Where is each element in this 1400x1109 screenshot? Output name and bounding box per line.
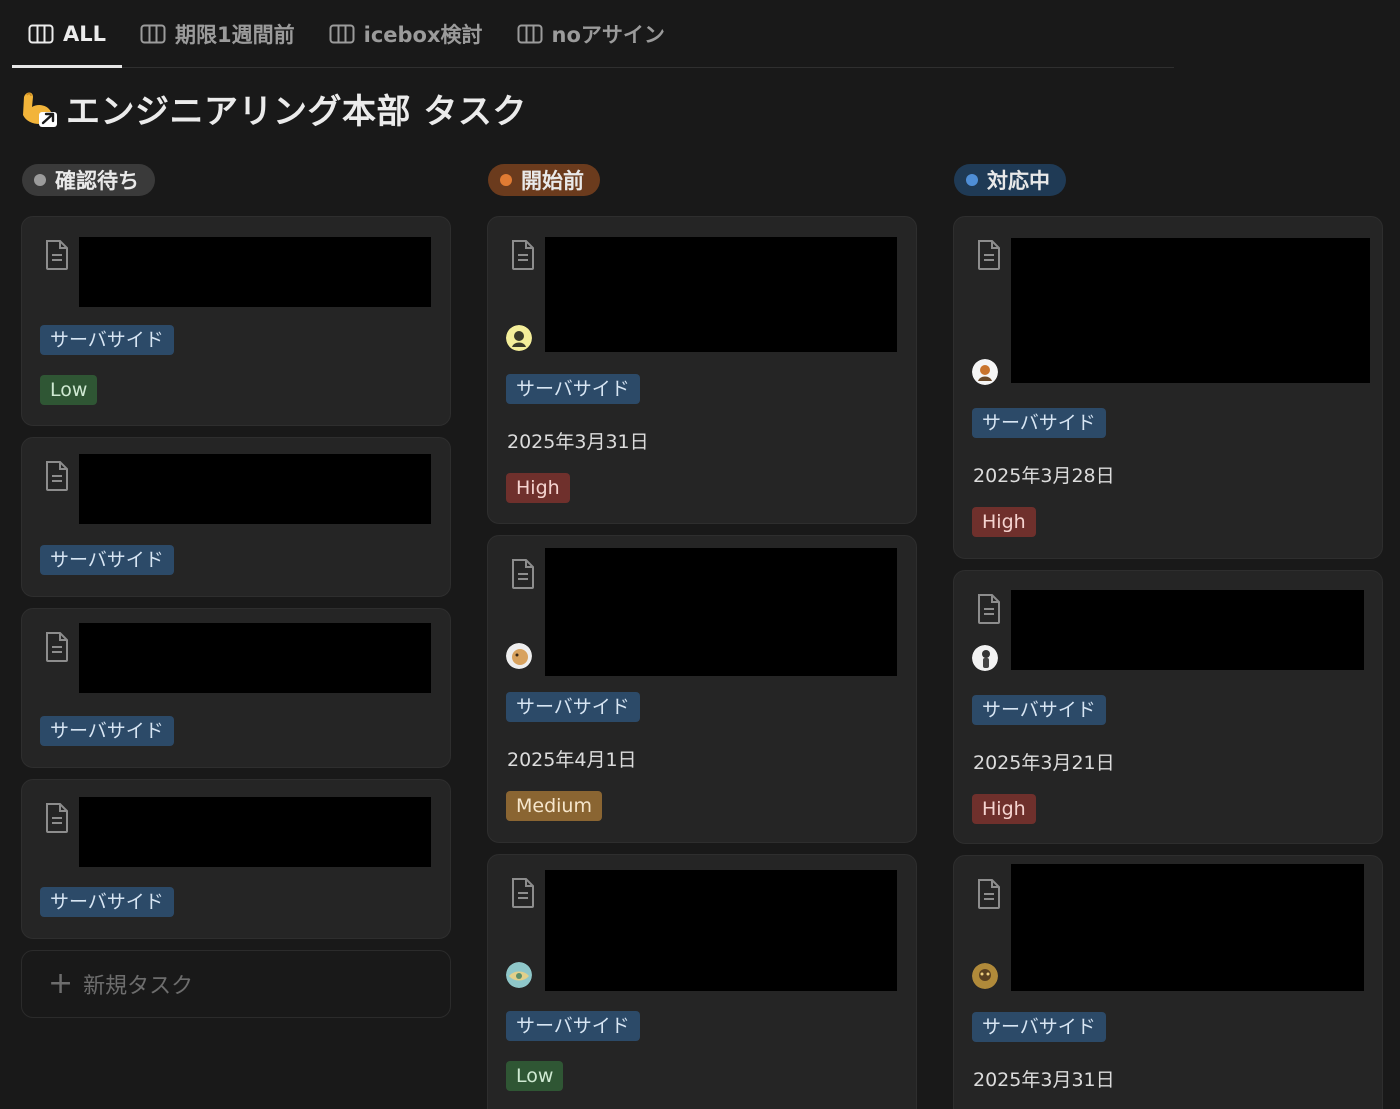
- task-card[interactable]: サーバサイド: [21, 779, 451, 939]
- priority-tag: High: [972, 507, 1036, 537]
- board-column-not-started: 開始前 サーバサイド 2025年3月31日 High サーバサイド 2025年4…: [487, 164, 917, 1109]
- due-date: 2025年3月28日: [973, 465, 1115, 487]
- document-icon: [978, 594, 1000, 624]
- priority-tag: Low: [40, 375, 98, 405]
- assignee-avatar[interactable]: [972, 359, 998, 385]
- task-card[interactable]: サーバサイド: [21, 608, 451, 768]
- redacted-task-title: [1011, 238, 1370, 383]
- due-date: 2025年3月21日: [973, 752, 1115, 774]
- status-label: 確認待ち: [55, 169, 139, 193]
- redacted-task-title: [1011, 590, 1364, 670]
- document-icon: [46, 240, 68, 270]
- tab-label: icebox検討: [363, 23, 483, 47]
- board-view-icon: [28, 24, 54, 44]
- priority-tag: High: [972, 794, 1036, 824]
- tab-due-1-week[interactable]: 期限1週間前: [124, 1, 311, 67]
- board-view-icon: [517, 24, 543, 44]
- category-tag: サーバサイド: [972, 1012, 1106, 1042]
- due-date: 2025年4月1日: [507, 749, 637, 771]
- board-view-icon: [140, 24, 166, 44]
- board-column-awaiting-review: 確認待ち サーバサイド Low サーバサイド サーバサイド サーバサイド + 新: [21, 164, 451, 1018]
- category-tag: サーバサイド: [506, 692, 640, 722]
- document-icon: [512, 559, 534, 589]
- board-page: ALL 期限1週間前 icebox検討 noアサイン エンジニアリング本部 タス…: [0, 0, 1400, 1109]
- status-pill[interactable]: 対応中: [954, 164, 1066, 196]
- document-icon: [512, 240, 534, 270]
- assignee-avatar[interactable]: [972, 645, 998, 671]
- new-task-button[interactable]: + 新規タスク: [21, 950, 451, 1018]
- redacted-task-title: [1011, 864, 1364, 991]
- assignee-avatar[interactable]: [506, 643, 532, 669]
- category-tag: サーバサイド: [972, 695, 1106, 725]
- flexed-biceps-icon[interactable]: [18, 87, 60, 129]
- due-date: 2025年3月31日: [507, 431, 649, 453]
- status-dot-icon: [34, 174, 46, 186]
- status-dot-icon: [500, 174, 512, 186]
- redacted-task-title: [79, 454, 431, 524]
- document-icon: [978, 240, 1000, 270]
- category-tag: サーバサイド: [40, 887, 174, 917]
- new-task-label: 新規タスク: [83, 974, 194, 999]
- tab-label: 期限1週間前: [175, 23, 295, 47]
- category-tag: サーバサイド: [40, 716, 174, 746]
- board-column-in-progress: 対応中 サーバサイド 2025年3月28日 High サーバサイド 2025年3…: [953, 164, 1383, 1109]
- page-header: エンジニアリング本部 タスク: [18, 84, 527, 132]
- redacted-task-title: [79, 237, 431, 307]
- redacted-task-title: [79, 797, 431, 867]
- assignee-avatar[interactable]: [506, 962, 532, 988]
- redacted-task-title: [79, 623, 431, 693]
- task-card[interactable]: サーバサイド 2025年3月31日: [953, 855, 1383, 1109]
- document-icon: [978, 879, 1000, 909]
- plus-icon: +: [48, 966, 74, 1001]
- category-tag: サーバサイド: [972, 408, 1106, 438]
- document-icon: [46, 461, 68, 491]
- category-tag: サーバサイド: [506, 374, 640, 404]
- document-icon: [46, 803, 68, 833]
- tab-all[interactable]: ALL: [12, 1, 123, 68]
- task-card[interactable]: サーバサイド Low: [487, 854, 917, 1109]
- redacted-task-title: [545, 548, 897, 676]
- tab-icebox[interactable]: icebox検討: [313, 1, 499, 67]
- category-tag: サーバサイド: [40, 325, 174, 355]
- task-card[interactable]: サーバサイド: [21, 437, 451, 597]
- due-date: 2025年3月31日: [973, 1069, 1115, 1091]
- task-card[interactable]: サーバサイド 2025年3月31日 High: [487, 216, 917, 524]
- task-card[interactable]: サーバサイド 2025年3月21日 High: [953, 570, 1383, 844]
- priority-tag: High: [506, 473, 570, 503]
- status-dot-icon: [966, 174, 978, 186]
- category-tag: サーバサイド: [506, 1011, 640, 1041]
- category-tag: サーバサイド: [40, 545, 174, 575]
- task-card[interactable]: サーバサイド 2025年3月28日 High: [953, 216, 1383, 559]
- board-view-icon: [329, 24, 355, 44]
- task-card[interactable]: サーバサイド 2025年4月1日 Medium: [487, 535, 917, 843]
- redacted-task-title: [545, 237, 897, 352]
- view-tabs: ALL 期限1週間前 icebox検討 noアサイン: [12, 0, 1174, 68]
- assignee-avatar[interactable]: [972, 963, 998, 989]
- tab-no-assign[interactable]: noアサイン: [501, 1, 681, 67]
- priority-tag: Medium: [506, 791, 602, 821]
- tab-label: noアサイン: [551, 23, 665, 47]
- task-card[interactable]: サーバサイド Low: [21, 216, 451, 426]
- assignee-avatar[interactable]: [506, 325, 532, 351]
- status-pill[interactable]: 確認待ち: [22, 164, 155, 196]
- priority-tag: Low: [506, 1061, 564, 1091]
- status-label: 対応中: [987, 169, 1050, 193]
- status-label: 開始前: [521, 169, 584, 193]
- document-icon: [46, 632, 68, 662]
- page-title: エンジニアリング本部 タスク: [66, 91, 527, 132]
- document-icon: [512, 878, 534, 908]
- status-pill[interactable]: 開始前: [488, 164, 600, 196]
- redacted-task-title: [545, 870, 897, 991]
- tab-label: ALL: [63, 22, 107, 46]
